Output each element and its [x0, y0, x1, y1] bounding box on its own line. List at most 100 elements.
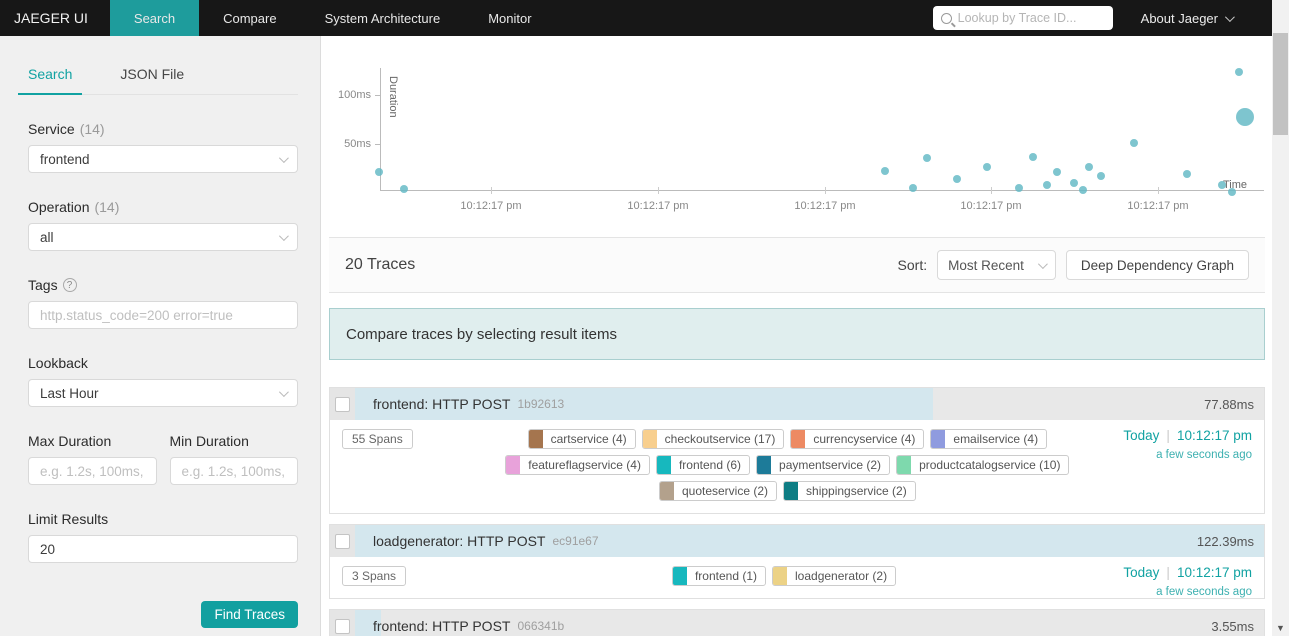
x-tick-mark	[825, 187, 826, 194]
trace-card-body: 3 Spans frontend (1) loadgenerator (2) Toda…	[330, 557, 1264, 598]
deep-dependency-graph-button[interactable]: Deep Dependency Graph	[1065, 250, 1249, 280]
trace-date-link[interactable]: Today	[1123, 428, 1159, 443]
service-pill-currencyservice-4: currencyservice (4)	[790, 429, 925, 449]
chevron-down-icon	[278, 230, 289, 241]
trace-title[interactable]: loadgenerator: HTTP POST	[373, 533, 545, 549]
trace-card-header[interactable]: loadgenerator: HTTP POST ec91e67 122.39ms	[330, 525, 1264, 557]
service-pill-label: loadgenerator (2)	[795, 569, 888, 583]
y-tick-mark	[375, 144, 381, 145]
x-tick-label: 10:12:17 pm	[794, 200, 856, 212]
trace-scatter-point[interactable]	[1079, 186, 1087, 194]
y-axis-title: Duration	[387, 76, 399, 118]
x-tick-mark	[991, 187, 992, 194]
trace-scatter-point[interactable]	[1053, 168, 1061, 176]
trace-scatter-point[interactable]	[923, 154, 931, 162]
service-color-chip	[672, 567, 687, 585]
trace-scatter-point[interactable]	[400, 185, 408, 193]
service-color-chip	[757, 456, 772, 474]
trace-title[interactable]: frontend: HTTP POST	[373, 396, 510, 412]
trace-relative-time: a few seconds ago	[1156, 449, 1252, 461]
trace-scatter-point[interactable]	[1236, 108, 1254, 126]
nav-right: About Jaeger	[932, 0, 1272, 36]
trace-result-list: frontend: HTTP POST 1b92613 77.88ms 55 Span…	[329, 387, 1265, 636]
service-pill-frontend-1: frontend (1)	[671, 566, 767, 586]
trace-header-content: frontend: HTTP POST 1b92613 77.88ms	[355, 388, 1264, 420]
service-pill-paymentservice-2: paymentservice (2)	[756, 455, 891, 475]
nav-item-system-architecture[interactable]: System Architecture	[301, 0, 465, 36]
trace-scatter-point[interactable]	[1130, 139, 1138, 147]
chevron-down-icon	[1224, 11, 1235, 22]
trace-checkbox[interactable]	[335, 396, 350, 412]
trace-scatter-point[interactable]	[953, 175, 961, 183]
trace-time-link[interactable]: 10:12:17 pm	[1177, 565, 1252, 580]
page-scrollbar[interactable]: ▼	[1272, 0, 1289, 636]
trace-lookup-input[interactable]	[957, 11, 1105, 25]
trace-id: 1b92613	[517, 397, 565, 411]
trace-scatter-point[interactable]	[1070, 179, 1078, 187]
trace-checkbox[interactable]	[335, 533, 350, 549]
nav-item-monitor[interactable]: Monitor	[464, 0, 555, 36]
trace-scatter-point[interactable]	[1235, 68, 1243, 76]
trace-scatter-point[interactable]	[1085, 163, 1093, 171]
trace-checkbox[interactable]	[335, 618, 350, 634]
x-axis	[380, 190, 1264, 191]
trace-scatter-point[interactable]	[1029, 153, 1037, 161]
service-color-chip	[528, 430, 543, 448]
service-pill-label: currencyservice (4)	[813, 432, 916, 446]
sort-label: Sort:	[897, 257, 928, 273]
service-pill-cartservice-4: cartservice (4)	[527, 429, 636, 449]
trace-scatter-point[interactable]	[1043, 181, 1051, 189]
trace-card-header[interactable]: frontend: HTTP POST 1b92613 77.88ms	[330, 388, 1264, 420]
about-jaeger-menu[interactable]: About Jaeger	[1141, 11, 1235, 26]
scrollbar-thumb[interactable]	[1273, 33, 1288, 135]
trace-scatter-point[interactable]	[881, 167, 889, 175]
trace-card: frontend: HTTP POST 1b92613 77.88ms 55 Span…	[329, 387, 1265, 514]
trace-scatter-point[interactable]	[1183, 170, 1191, 178]
service-pill-label: productcatalogservice (10)	[919, 458, 1061, 472]
trace-id: 066341b	[517, 619, 565, 633]
trace-date-link[interactable]: Today	[1123, 565, 1159, 580]
tags-input[interactable]	[28, 301, 298, 329]
top-nav: JAEGER UI Search Compare System Architectu…	[0, 0, 1272, 36]
trace-scatter-point[interactable]	[1218, 181, 1226, 189]
sort-select[interactable]: Most Recent	[937, 250, 1056, 280]
trace-scatter-point[interactable]	[1228, 188, 1236, 196]
trace-scatter-point[interactable]	[1097, 172, 1105, 180]
trace-scatter-point[interactable]	[1015, 184, 1023, 192]
scrollbar-down-arrow[interactable]: ▼	[1272, 623, 1289, 633]
tab-json-file[interactable]: JSON File	[120, 56, 184, 94]
nav-item-search[interactable]: Search	[109, 0, 200, 36]
separator: |	[1166, 428, 1170, 443]
trace-checkbox-cell	[330, 610, 355, 636]
nav-item-compare[interactable]: Compare	[199, 0, 300, 36]
max-duration-input[interactable]	[28, 457, 157, 485]
trace-title[interactable]: frontend: HTTP POST	[373, 618, 510, 634]
trace-card-header[interactable]: frontend: HTTP POST 066341b 3.55ms	[330, 610, 1264, 636]
trace-time-link[interactable]: 10:12:17 pm	[1177, 428, 1252, 443]
trace-header-content: frontend: HTTP POST 066341b 3.55ms	[355, 610, 1264, 636]
service-select[interactable]: frontend	[28, 145, 298, 173]
lookback-select[interactable]: Last Hour	[28, 379, 298, 407]
service-pill-label: checkoutservice (17)	[664, 432, 776, 446]
operation-label: Operation (14)	[28, 199, 120, 215]
trace-duration: 3.55ms	[1211, 618, 1254, 634]
nav-items: Search Compare System Architecture Monitor	[109, 0, 556, 36]
trace-scatter-point[interactable]	[983, 163, 991, 171]
limit-results-input[interactable]	[28, 535, 298, 563]
trace-scatter-point[interactable]	[909, 184, 917, 192]
trace-lookup-search[interactable]	[932, 6, 1113, 30]
lookback-value: Last Hour	[40, 385, 99, 401]
help-icon[interactable]: ?	[62, 278, 77, 292]
duration-scatter-chart: Duration Time 100ms 50ms 10:12:17 pm 10:12:…	[329, 48, 1265, 233]
operation-select[interactable]: all	[28, 223, 298, 251]
tab-search[interactable]: Search	[17, 56, 83, 95]
trace-id: ec91e67	[552, 534, 599, 548]
trace-checkbox-cell	[330, 388, 355, 420]
service-color-chip	[773, 567, 788, 585]
tags-label: Tags?	[28, 277, 298, 293]
service-pill-featureflagservice-4: featureflagservice (4)	[505, 455, 650, 475]
trace-scatter-point[interactable]	[375, 168, 383, 176]
y-tick-mark	[375, 95, 381, 96]
find-traces-button[interactable]: Find Traces	[201, 601, 298, 628]
min-duration-input[interactable]	[169, 457, 298, 485]
